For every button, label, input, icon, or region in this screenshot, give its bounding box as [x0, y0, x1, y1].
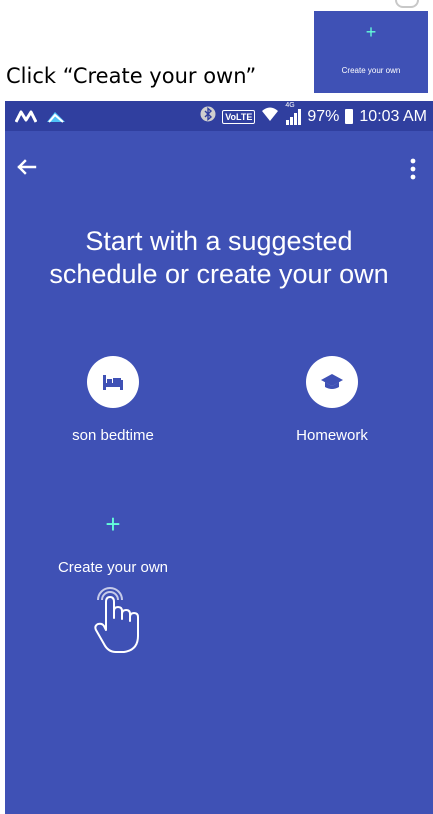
create-your-own-button[interactable]: + Create your own — [38, 511, 188, 576]
option-label: son bedtime — [72, 427, 154, 444]
back-button[interactable] — [13, 153, 41, 181]
m-logo-icon — [14, 108, 38, 129]
status-bar: VoLTE 4G 97% 10:03 AM — [5, 101, 433, 131]
phone-screen: VoLTE 4G 97% 10:03 AM Start with a sugge… — [5, 101, 433, 814]
graduation-cap-icon — [321, 374, 343, 389]
instruction-header: Click “Create your own” + Create your ow… — [0, 0, 433, 98]
more-vert-icon — [410, 158, 416, 180]
status-right-icons: VoLTE 4G 97% 10:03 AM — [200, 102, 427, 127]
cloud-app-icon — [45, 107, 67, 130]
network-type: 4G — [285, 101, 295, 109]
tap-hand-icon — [88, 586, 148, 656]
volte-badge: VoLTE — [222, 109, 256, 124]
bluetooth-icon — [200, 106, 216, 127]
instruction-text: Click “Create your own” — [6, 64, 257, 88]
signal-icon: 4G — [285, 102, 302, 125]
arrow-left-icon — [17, 159, 37, 175]
thumbnail-label: Create your own — [341, 66, 401, 75]
create-your-own-label: Create your own — [57, 559, 169, 576]
plus-icon: + — [105, 509, 121, 539]
bed-icon — [103, 375, 123, 390]
cropped-decoration — [395, 0, 419, 8]
option-icon-circle — [306, 356, 358, 408]
clock: 10:03 AM — [359, 107, 427, 125]
option-label: Homework — [296, 427, 368, 444]
option-icon-circle — [87, 356, 139, 408]
overflow-menu-button[interactable] — [403, 155, 423, 183]
option-homework[interactable]: Homework — [257, 356, 407, 444]
option-son-bedtime[interactable]: son bedtime — [38, 356, 188, 444]
thumbnail-plus-icon: + — [365, 22, 377, 42]
battery-percent: 97% — [307, 107, 340, 125]
page-title: Start with a suggested schedule or creat… — [49, 226, 389, 289]
status-left-icons — [14, 107, 67, 130]
page: Click “Create your own” + Create your ow… — [0, 0, 433, 814]
create-your-own-thumbnail: + Create your own — [314, 11, 428, 93]
wifi-icon — [261, 106, 279, 127]
battery-icon — [345, 109, 354, 124]
